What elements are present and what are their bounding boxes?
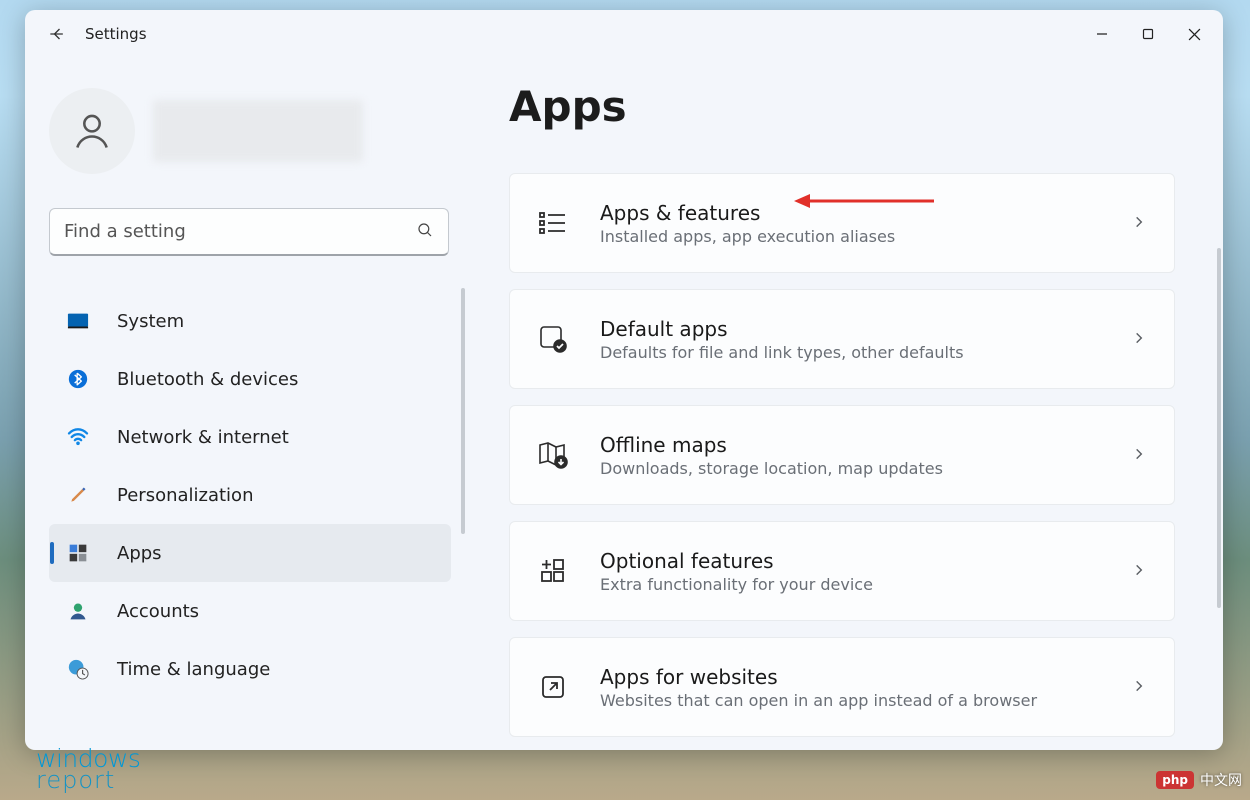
nav-wrap: System Bluetooth & devices (49, 292, 451, 698)
window-title: Settings (85, 25, 147, 43)
card-title: Apps & features (600, 201, 1100, 225)
chevron-right-icon (1132, 330, 1146, 349)
card-subtitle: Extra functionality for your device (600, 575, 1100, 594)
titlebar: Settings (25, 10, 1223, 58)
chevron-right-icon (1132, 446, 1146, 465)
sidebar-item-label: Personalization (117, 485, 253, 506)
desktop-wallpaper: Settings (0, 0, 1250, 800)
sidebar-item-apps[interactable]: Apps (49, 524, 451, 582)
search-box[interactable] (49, 208, 449, 256)
card-text: Default apps Defaults for file and link … (600, 317, 1100, 362)
sidebar-item-personalization[interactable]: Personalization (49, 466, 451, 524)
sidebar-item-label: Bluetooth & devices (117, 369, 298, 390)
maximize-icon (1142, 28, 1154, 40)
close-icon (1188, 28, 1201, 41)
card-title: Apps for websites (600, 665, 1100, 689)
settings-card-list: Apps & features Installed apps, app exec… (509, 173, 1197, 737)
sidebar-scrollbar[interactable] (461, 288, 465, 534)
close-button[interactable] (1171, 16, 1217, 52)
main-scrollbar[interactable] (1217, 248, 1221, 608)
bluetooth-icon (67, 368, 89, 390)
window-controls (1079, 16, 1217, 52)
sidebar-nav: System Bluetooth & devices (49, 292, 451, 698)
sidebar-item-label: Network & internet (117, 427, 289, 448)
arrow-left-icon (47, 24, 67, 44)
sidebar-item-system[interactable]: System (49, 292, 451, 350)
sidebar-item-accounts[interactable]: Accounts (49, 582, 451, 640)
sidebar-item-time-language[interactable]: Time & language (49, 640, 451, 698)
sidebar-item-label: Accounts (117, 601, 199, 622)
sidebar-item-label: Time & language (117, 659, 270, 680)
map-download-icon (538, 440, 568, 470)
person-icon (70, 109, 114, 153)
card-text: Apps & features Installed apps, app exec… (600, 201, 1100, 246)
card-subtitle: Defaults for file and link types, other … (600, 343, 1100, 362)
card-text: Offline maps Downloads, storage location… (600, 433, 1100, 478)
sidebar: System Bluetooth & devices (25, 58, 493, 750)
clock-globe-icon (67, 658, 89, 680)
watermark-right: php 中文网 (1156, 770, 1242, 790)
card-title: Offline maps (600, 433, 1100, 457)
monitor-icon (67, 310, 89, 332)
back-button[interactable] (39, 16, 75, 52)
card-subtitle: Installed apps, app execution aliases (600, 227, 1100, 246)
minimize-button[interactable] (1079, 16, 1125, 52)
watermark-left: windows report (36, 748, 140, 792)
apps-grid-icon (67, 542, 89, 564)
card-title: Optional features (600, 549, 1100, 573)
sidebar-item-network[interactable]: Network & internet (49, 408, 451, 466)
default-app-icon (538, 324, 568, 354)
card-title: Default apps (600, 317, 1100, 341)
card-default-apps[interactable]: Default apps Defaults for file and link … (509, 289, 1175, 389)
person-icon (67, 600, 89, 622)
card-subtitle: Websites that can open in an app instead… (600, 691, 1100, 710)
chevron-right-icon (1132, 562, 1146, 581)
list-icon (538, 208, 568, 238)
chevron-right-icon (1132, 678, 1146, 697)
maximize-button[interactable] (1125, 16, 1171, 52)
paintbrush-icon (67, 484, 89, 506)
search-icon (416, 221, 434, 243)
open-external-icon (538, 672, 568, 702)
card-subtitle: Downloads, storage location, map updates (600, 459, 1100, 478)
wifi-icon (67, 426, 89, 448)
grid-plus-icon (538, 556, 568, 586)
main-content: Apps Apps & features Installed apps, app… (493, 58, 1223, 750)
window-body: System Bluetooth & devices (25, 58, 1223, 750)
card-apps-for-websites[interactable]: Apps for websites Websites that can open… (509, 637, 1175, 737)
sidebar-item-label: Apps (117, 543, 162, 564)
card-optional-features[interactable]: Optional features Extra functionality fo… (509, 521, 1175, 621)
user-name-redacted (153, 100, 363, 162)
minimize-icon (1096, 28, 1108, 40)
avatar (49, 88, 135, 174)
sidebar-item-label: System (117, 311, 184, 332)
chevron-right-icon (1132, 214, 1146, 233)
card-offline-maps[interactable]: Offline maps Downloads, storage location… (509, 405, 1175, 505)
card-text: Apps for websites Websites that can open… (600, 665, 1100, 710)
card-apps-features[interactable]: Apps & features Installed apps, app exec… (509, 173, 1175, 273)
page-title: Apps (509, 82, 1197, 131)
search-input[interactable] (64, 221, 416, 242)
user-profile[interactable] (49, 88, 469, 174)
sidebar-item-bluetooth[interactable]: Bluetooth & devices (49, 350, 451, 408)
settings-window: Settings (25, 10, 1223, 750)
card-text: Optional features Extra functionality fo… (600, 549, 1100, 594)
